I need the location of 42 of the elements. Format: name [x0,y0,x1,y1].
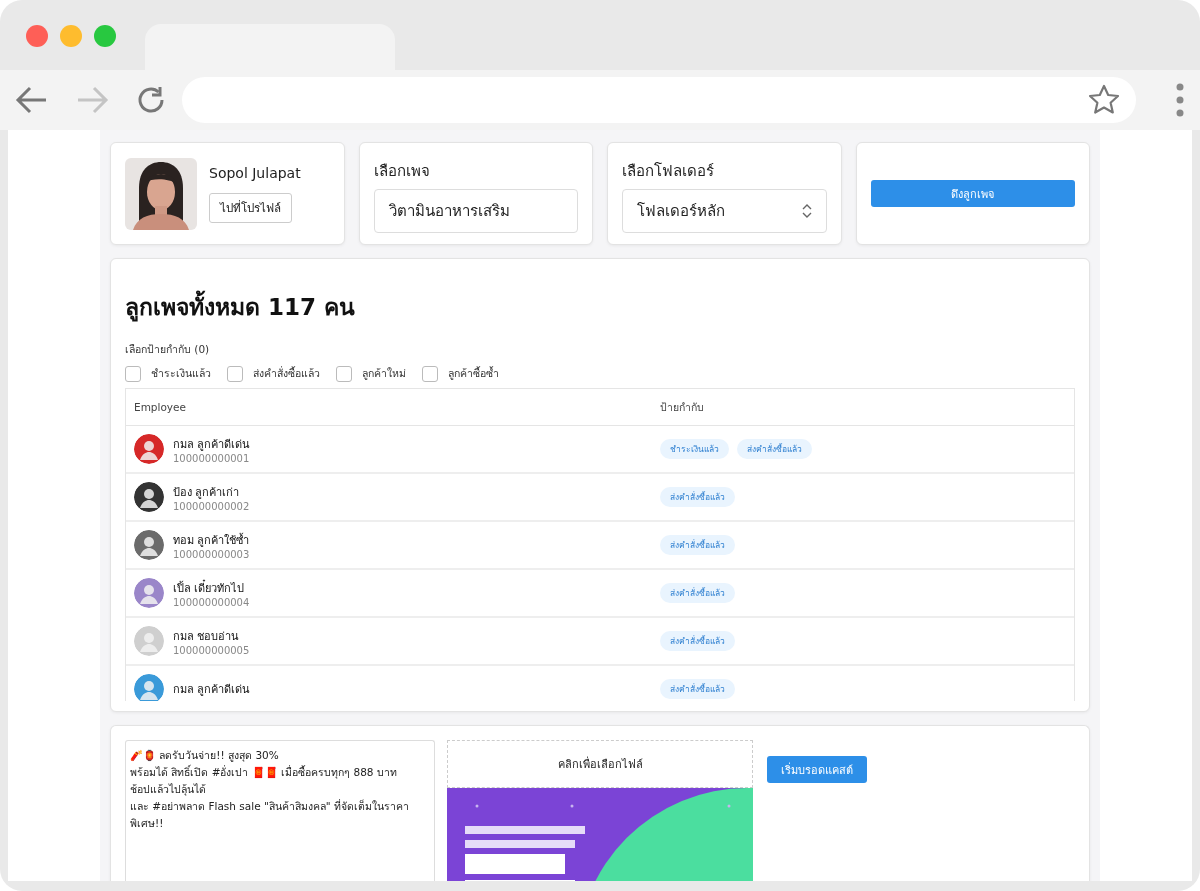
tag-badge: ส่งคำสั่งซื้อแล้ว [737,439,812,459]
employee-name: เปิ้ล เดี๋ยวทักไป [173,578,246,597]
employee-name: กมล ลูกค้าดีเด่น [173,436,251,453]
chevron-up-down-icon [801,203,812,219]
followers-title: ลูกเพจทั้งหมด 117 คน [125,289,1075,325]
column-header: ป้ายกำกับ [659,399,705,415]
tag-badge: ส่งคำสั่งซื้อแล้ว [660,487,735,507]
star-icon[interactable] [1088,84,1120,116]
profile-name: Sopol Julapat [209,164,301,181]
employee-name: ป้อง ลูกค้าเก่า [173,484,241,501]
maximize-window-icon[interactable] [94,25,116,47]
go-to-profile-button[interactable]: ไปที่โปรไฟล์ [209,192,292,223]
folder-dropdown[interactable]: โฟลเดอร์หลัก [622,189,827,233]
page-input-field[interactable]: วิตามินอาหารเสริม [373,189,578,233]
column-header: Employee [133,401,187,413]
employee-id: 100000000004 [173,596,250,608]
tag-badge: ชำระเงินแล้ว [660,439,729,459]
tag-filter-label: เลือกป้ายกำกับ (0) [125,342,211,357]
tag-badge: ส่งคำสั่งซื้อแล้ว [660,679,735,699]
tag-checkbox[interactable]: ส่งคำสั่งซื้อแล้ว [227,365,320,382]
employee-id: 100000000001 [173,452,251,464]
back-icon[interactable] [14,85,48,115]
employee-id: 100000000003 [173,548,250,560]
page-select-label: เลือกเพจ [373,161,431,182]
tag-badge: ส่งคำสั่งซื้อแล้ว [660,583,735,603]
employee-id: 100000000002 [173,500,250,512]
close-window-icon[interactable] [26,25,48,47]
reload-icon[interactable] [136,85,166,115]
minimize-window-icon[interactable] [60,25,82,47]
tag-badge: ส่งคำสั่งซื้อแล้ว [660,631,735,651]
folder-select-label: เลือกโฟลเดอร์ [622,161,715,182]
employee-name: กมล ชอบอ่าน [173,628,241,645]
message-text-area[interactable]: 🧨🏮 ลดรับวันจ่าย!! สูงสุด 30% พร้อมได้ สิทธิ์เปิด #อั่งเปา 🧧🧧 เมื่อซื้อครบทุกๆ 888 บาท ช้อปแล้วไปลุ้นได้ และ #อย่าพลาด Flash sale "สินค้าสิมงคล" ที่จัดเต็มในราคาพิเศษ!! [125,740,435,881]
tag-checkbox[interactable]: ชำระเงินแล้ว [125,365,211,382]
menu-icon[interactable] [1176,83,1184,117]
employee-id: 100000000005 [173,644,250,656]
employee-name: กมล ลูกค้าดีเด่น [173,682,251,698]
tag-checkbox[interactable]: ลูกค้าซื้อซ้ำ [422,365,499,382]
tag-badge: ส่งคำสั่งซื้อแล้ว [660,535,735,555]
tag-checkbox[interactable]: ลูกค้าใหม่ [336,365,406,382]
employee-name: ทอม ลูกค้าใช้ซ้ำ [173,532,250,549]
forward-icon[interactable] [76,85,110,115]
